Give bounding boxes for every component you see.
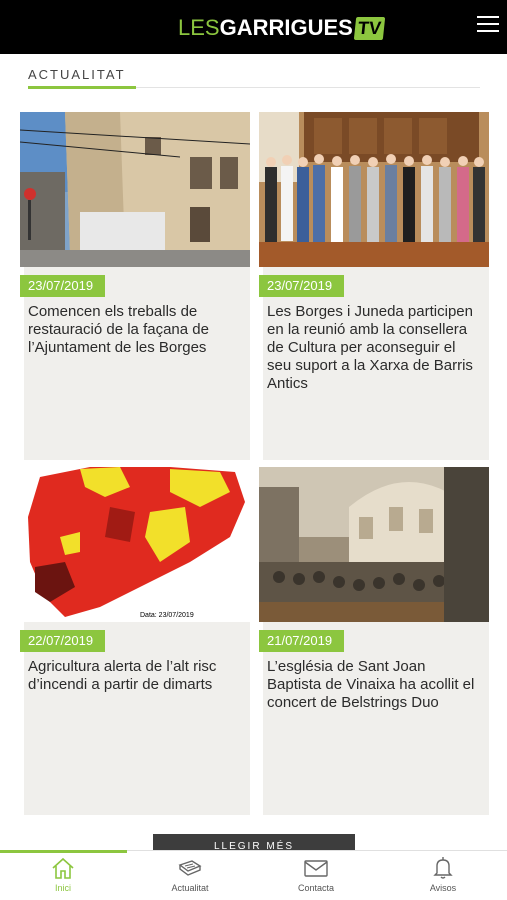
article-title[interactable]: L’església de Sant Joan Baptista de Vina… xyxy=(267,658,479,712)
active-tab-indicator xyxy=(0,850,127,853)
article-date: 21/07/2019 xyxy=(259,630,345,652)
nav-label: Actualitat xyxy=(171,883,209,893)
nav-item-avisos[interactable]: Avisos xyxy=(380,856,506,898)
article-title[interactable]: Agricultura alerta de l’alt risc d’incen… xyxy=(28,658,240,694)
town-hall-facade-photo[interactable] xyxy=(20,112,250,267)
article-title[interactable]: Comencen els treballs de restauració de … xyxy=(28,303,240,357)
map-date-caption: Data: 23/07/2019 xyxy=(140,612,194,619)
article-card[interactable]: 23/07/2019 Les Borges i Juneda participe… xyxy=(259,112,489,460)
nav-item-contacta[interactable]: Contacta xyxy=(253,856,379,898)
newspaper-icon xyxy=(178,860,202,876)
fire-risk-map[interactable]: Data: 23/07/2019 xyxy=(20,467,250,622)
logo-tv-badge: TV xyxy=(353,16,386,40)
bell-icon xyxy=(433,857,453,879)
les-garrigues-tv-logo[interactable]: LES GARRIGUES TV xyxy=(178,12,386,44)
nav-label: Inici xyxy=(54,883,71,893)
article-date: 23/07/2019 xyxy=(259,275,345,297)
nav-item-actualitat[interactable]: Actualitat xyxy=(127,856,253,898)
envelope-icon xyxy=(304,860,328,877)
home-icon xyxy=(52,857,74,879)
article-title[interactable]: Les Borges i Juneda participen en la reu… xyxy=(267,303,479,393)
logo-garrigues-text: GARRIGUES xyxy=(219,15,353,40)
hamburger-menu-icon[interactable] xyxy=(477,16,499,36)
article-date: 22/07/2019 xyxy=(20,630,106,652)
nav-item-inici[interactable]: Inici xyxy=(0,856,126,898)
article-date: 23/07/2019 xyxy=(20,275,106,297)
nav-label: Contacta xyxy=(297,883,335,893)
logo-les-text: LES xyxy=(178,15,220,40)
church-concert-photo[interactable] xyxy=(259,467,489,622)
nav-label: Avisos xyxy=(429,883,457,893)
group-meeting-photo[interactable] xyxy=(259,112,489,267)
article-card[interactable]: 23/07/2019 Comencen els treballs de rest… xyxy=(20,112,250,460)
top-bar: LES GARRIGUES TV xyxy=(0,0,507,54)
article-card[interactable]: Data: 23/07/2019 22/07/2019 Agricultura … xyxy=(20,467,250,815)
section-title-underline xyxy=(28,86,136,89)
section-title: ACTUALITAT xyxy=(28,67,126,82)
article-card[interactable]: 21/07/2019 L’església de Sant Joan Bapti… xyxy=(259,467,489,815)
